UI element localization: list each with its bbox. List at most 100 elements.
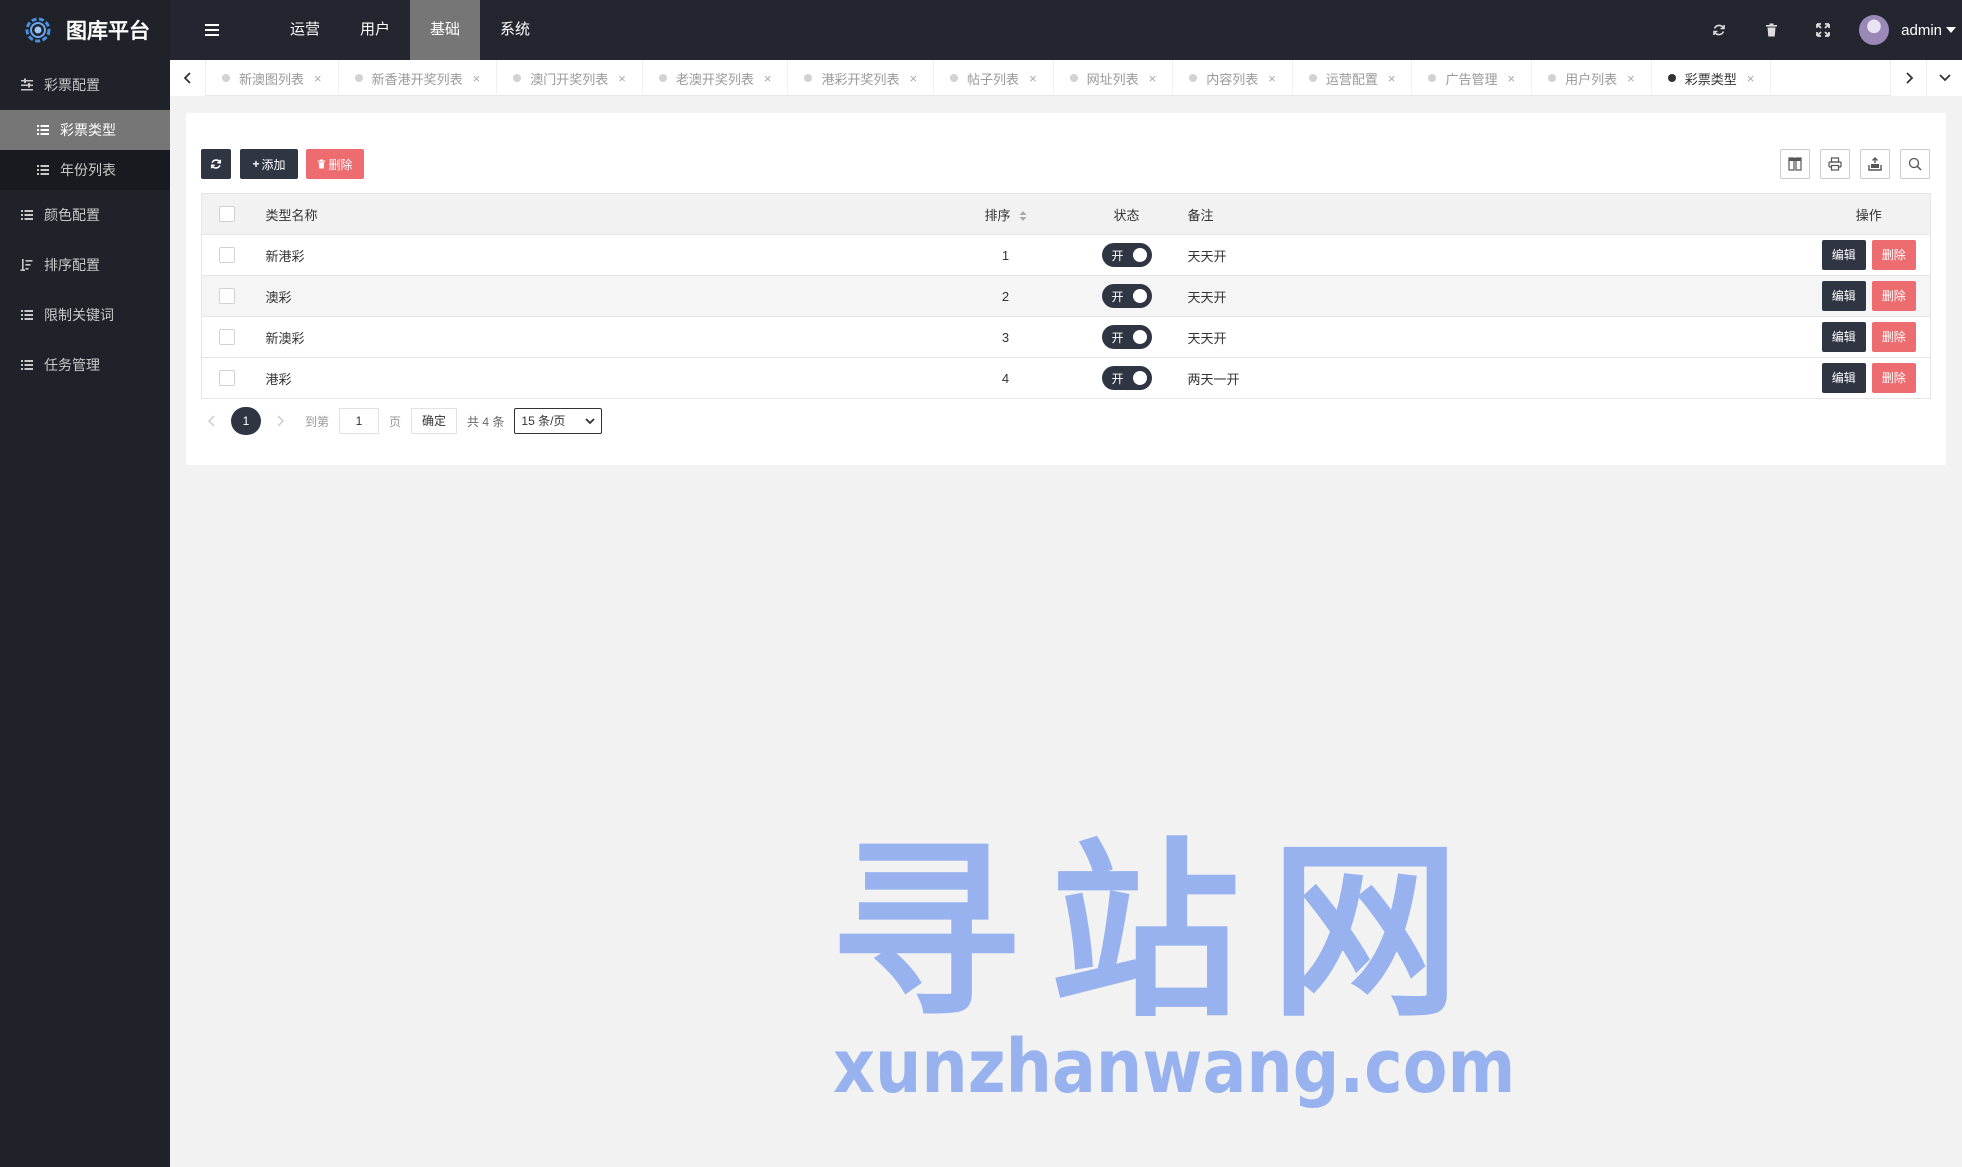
cell-sort: 2 xyxy=(945,275,1066,317)
cell-sort: 3 xyxy=(945,316,1066,358)
close-icon[interactable]: × xyxy=(1268,71,1276,86)
edit-button[interactable]: 编辑 xyxy=(1821,322,1866,352)
tab-item[interactable]: 帖子列表 × xyxy=(934,60,1054,96)
close-icon[interactable]: × xyxy=(1627,71,1635,86)
tab-item[interactable]: 老澳开奖列表 × xyxy=(643,60,789,96)
prev-page-icon[interactable] xyxy=(201,415,223,427)
close-icon[interactable]: × xyxy=(1508,71,1516,86)
close-icon[interactable]: × xyxy=(1149,71,1157,86)
menu-toggle-icon[interactable] xyxy=(202,20,222,40)
batch-delete-button[interactable]: 删除 xyxy=(306,149,364,179)
row-checkbox[interactable] xyxy=(219,288,235,305)
status-toggle[interactable]: 开 xyxy=(1101,366,1152,390)
sidebar-subitem-year-list[interactable]: 年份列表 xyxy=(0,150,170,190)
tab-options-button[interactable] xyxy=(1926,60,1962,96)
goto-confirm-button[interactable]: 确定 xyxy=(411,408,458,434)
column-filter-button[interactable] xyxy=(1780,149,1810,179)
close-icon[interactable]: × xyxy=(618,71,626,86)
sidebar-item-keywords[interactable]: 限制关键词 xyxy=(0,290,170,340)
tab-item[interactable]: 新澳图列表 × xyxy=(206,60,339,96)
app-title: 图库平台 xyxy=(66,20,150,43)
table-refresh-button[interactable] xyxy=(201,149,231,179)
edit-button[interactable]: 编辑 xyxy=(1821,281,1866,311)
close-icon[interactable]: × xyxy=(1029,71,1037,86)
tab-item[interactable]: 新香港开奖列表 × xyxy=(339,60,498,96)
row-checkbox[interactable] xyxy=(219,370,235,387)
toggle-knob xyxy=(1132,330,1147,344)
sort-caret-icon[interactable] xyxy=(1019,210,1027,222)
header-name: 类型名称 xyxy=(265,193,946,235)
print-button[interactable] xyxy=(1820,149,1850,179)
delete-button[interactable]: 删除 xyxy=(1871,363,1916,393)
toggle-label: 开 xyxy=(1111,371,1124,386)
search-button[interactable] xyxy=(1900,149,1930,179)
tab-dot-icon xyxy=(1069,74,1078,82)
lottery-type-table: 类型名称 排序 状态 备注 操作 新港彩 1 开 天天开 编辑 删除 澳彩 2 开 xyxy=(201,193,1931,399)
tab-item[interactable]: 内容列表 × xyxy=(1173,60,1293,96)
clear-cache-button[interactable] xyxy=(1745,0,1797,60)
status-toggle[interactable]: 开 xyxy=(1101,243,1152,267)
current-page[interactable]: 1 xyxy=(231,407,261,435)
tab-item-active[interactable]: 彩票类型 × xyxy=(1652,60,1772,96)
export-button[interactable] xyxy=(1860,149,1890,179)
toggle-knob xyxy=(1132,371,1147,385)
cell-actions: 编辑 删除 xyxy=(1807,357,1931,399)
user-menu[interactable]: admin xyxy=(1849,15,1962,45)
main-card: + 添加 删除 类型名称 排序 状态 备注 操作 新港彩 1 开 天天开 编辑 … xyxy=(186,113,1946,465)
tab-label: 网址列表 xyxy=(1086,71,1139,87)
delete-button[interactable]: 删除 xyxy=(1871,281,1916,311)
edit-button[interactable]: 编辑 xyxy=(1821,363,1866,393)
cell-note: 天天开 xyxy=(1187,275,1808,317)
row-checkbox[interactable] xyxy=(219,247,235,264)
fullscreen-button[interactable] xyxy=(1797,0,1849,60)
sidebar-item-sort-config[interactable]: 排序配置 xyxy=(0,240,170,290)
close-icon[interactable]: × xyxy=(1747,71,1755,86)
top-nav-item-basic[interactable]: 基础 xyxy=(410,0,481,60)
toggle-label: 开 xyxy=(1111,330,1124,345)
chevron-down-icon xyxy=(1946,27,1956,33)
tab-scroll-right-button[interactable] xyxy=(1890,60,1926,96)
delete-button[interactable]: 删除 xyxy=(1871,240,1916,270)
sidebar-subitem-lottery-type[interactable]: 彩票类型 xyxy=(0,110,170,150)
row-checkbox[interactable] xyxy=(219,329,235,346)
close-icon[interactable]: × xyxy=(1388,71,1396,86)
add-button[interactable]: + 添加 xyxy=(240,149,298,179)
tab-item[interactable]: 网址列表 × xyxy=(1054,60,1174,96)
tab-item[interactable]: 广告管理 × xyxy=(1412,60,1533,96)
goto-page-input[interactable]: 1 xyxy=(339,408,380,434)
header-sort[interactable]: 排序 xyxy=(945,193,1066,235)
next-page-icon[interactable] xyxy=(269,415,291,427)
cell-sort: 1 xyxy=(945,234,1066,276)
page-size-select[interactable]: 15 条/页 xyxy=(514,408,603,434)
top-nav-item-system[interactable]: 系统 xyxy=(480,0,550,60)
close-icon[interactable]: × xyxy=(909,71,917,86)
sidebar-subitem-label: 彩票类型 xyxy=(60,122,116,138)
tab-scroll-left-button[interactable] xyxy=(170,60,206,96)
status-toggle[interactable]: 开 xyxy=(1101,325,1152,349)
delete-button[interactable]: 删除 xyxy=(1871,322,1916,352)
top-nav-item-operation[interactable]: 运营 xyxy=(270,0,340,60)
export-icon xyxy=(1868,157,1882,171)
top-nav-item-users[interactable]: 用户 xyxy=(340,0,410,60)
cell-note: 天天开 xyxy=(1187,234,1808,276)
tab-dot-icon xyxy=(804,74,813,82)
close-icon[interactable]: × xyxy=(764,71,772,86)
sidebar-item-tasks[interactable]: 任务管理 xyxy=(0,340,170,390)
tab-item[interactable]: 运营配置 × xyxy=(1293,60,1413,96)
app-logo[interactable]: 图库平台 xyxy=(0,0,170,60)
print-icon xyxy=(1828,157,1842,171)
close-icon[interactable]: × xyxy=(473,71,481,86)
tab-item[interactable]: 用户列表 × xyxy=(1532,60,1652,96)
select-all-checkbox[interactable] xyxy=(219,206,235,223)
avatar xyxy=(1859,15,1890,45)
sidebar-item-color-config[interactable]: 颜色配置 xyxy=(0,190,170,240)
tab-item[interactable]: 港彩开奖列表 × xyxy=(788,60,935,96)
close-icon[interactable]: × xyxy=(314,71,322,86)
tab-dot-icon xyxy=(513,74,522,82)
status-toggle[interactable]: 开 xyxy=(1101,284,1152,308)
refresh-button[interactable] xyxy=(1693,0,1745,60)
header-checkbox-cell xyxy=(201,193,266,235)
sidebar-item-lottery-config[interactable]: 彩票配置 xyxy=(0,60,170,110)
edit-button[interactable]: 编辑 xyxy=(1821,240,1866,270)
tab-item[interactable]: 澳门开奖列表 × xyxy=(497,60,643,96)
